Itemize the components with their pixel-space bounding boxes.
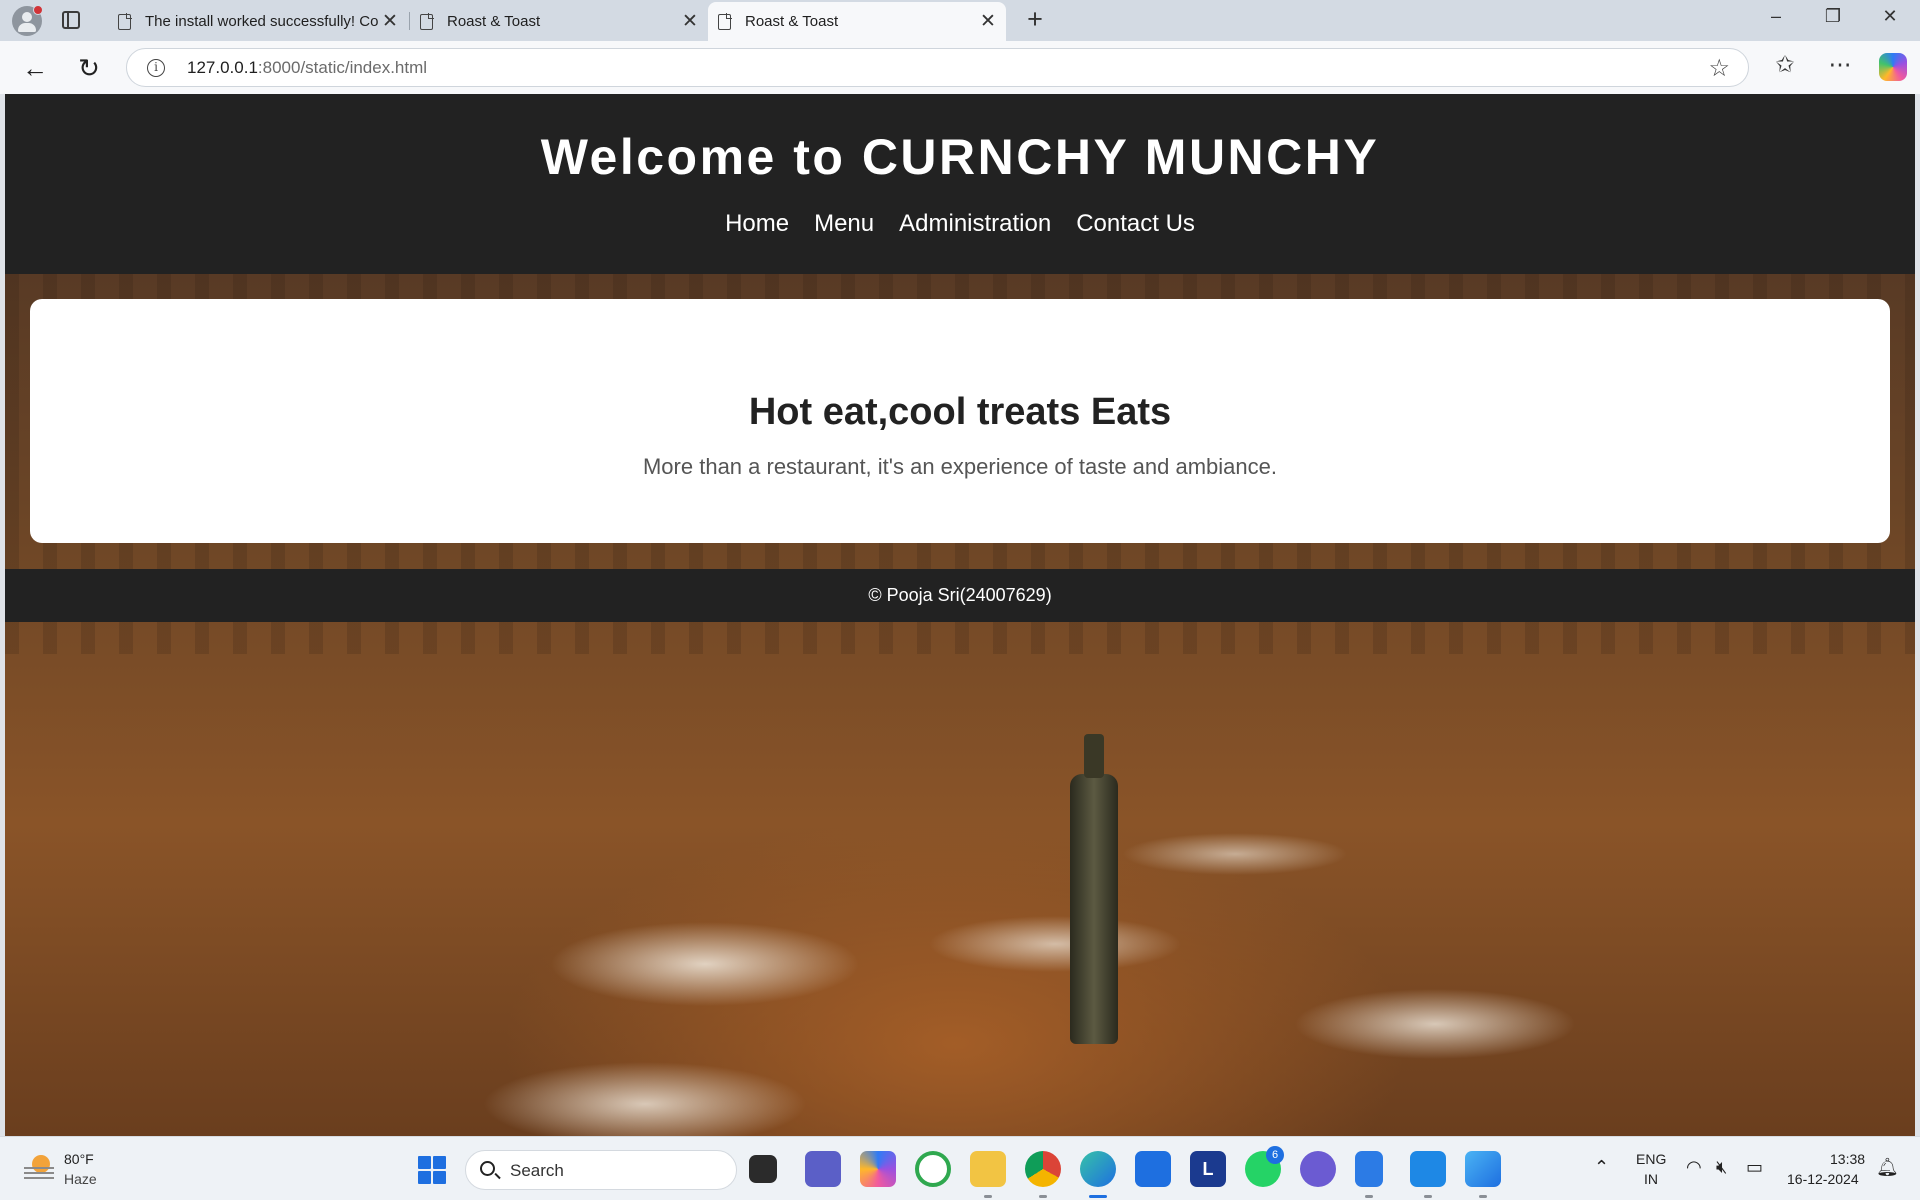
weather-temp[interactable]: 80°F [64, 1151, 94, 1167]
language-indicator[interactable]: ENG [1636, 1151, 1666, 1167]
close-tab-icon[interactable]: ✕ [682, 10, 698, 33]
page-viewport: Welcome to CURNCHY MUNCHY Home Menu Admi… [5, 94, 1915, 1136]
search-icon [480, 1161, 495, 1176]
language-region[interactable]: IN [1644, 1171, 1658, 1187]
hero-title: Hot eat,cool treats Eats [748, 391, 1172, 433]
hero-card: Hot eat,cool treats Eats More than a res… [30, 299, 1890, 543]
close-tab-icon[interactable]: ✕ [382, 10, 398, 33]
hero-text: More than a restaurant, it's an experien… [642, 454, 1277, 479]
task-view-icon[interactable] [749, 1155, 777, 1183]
notepad-icon[interactable] [1355, 1151, 1383, 1187]
photos-icon[interactable] [1465, 1151, 1501, 1187]
site-nav: Home Menu Administration Contact Us [5, 210, 1915, 238]
bell-icon[interactable]: 🔔︎ [1876, 1157, 1899, 1178]
background-image [1070, 734, 1118, 1044]
taskbar: 80°F Haze Search L 6 ⌃ ENG IN ◠ 🔇︎ ▭ 13:… [0, 1136, 1920, 1200]
address-bar[interactable]: i 127.0.0.1:8000/static/index.html ☆ [126, 48, 1749, 87]
copilot-icon[interactable] [860, 1151, 896, 1187]
site-footer: © Pooja Sri(24007629) [5, 569, 1915, 622]
wifi-icon[interactable]: ◠ [1686, 1157, 1702, 1178]
url-text[interactable]: 127.0.0.1:8000/static/index.html [187, 58, 427, 78]
nav-contact-us[interactable]: Contact Us [1076, 210, 1195, 238]
copilot-icon[interactable] [1879, 53, 1907, 81]
nav-menu[interactable]: Menu [814, 210, 874, 238]
star-icon[interactable]: ☆ [1708, 54, 1730, 83]
restore-button[interactable]: ❐ [1813, 6, 1853, 27]
chrome-icon[interactable] [1025, 1151, 1061, 1187]
clock-time[interactable]: 13:38 [1830, 1151, 1865, 1167]
sync-icon[interactable] [915, 1151, 951, 1187]
store-icon[interactable] [1135, 1151, 1171, 1187]
file-explorer-icon[interactable] [970, 1151, 1006, 1187]
close-window-button[interactable]: ✕ [1870, 6, 1910, 27]
info-icon[interactable]: i [147, 59, 165, 77]
edge-icon[interactable] [1080, 1151, 1116, 1187]
close-tab-icon[interactable]: ✕ [980, 10, 996, 33]
profile-avatar[interactable] [12, 5, 43, 36]
back-icon[interactable]: ← [18, 51, 52, 85]
taskbar-search[interactable]: Search [465, 1150, 737, 1190]
vscode-icon[interactable] [1410, 1151, 1446, 1187]
page-icon [420, 12, 434, 30]
tab-actions-icon[interactable] [62, 11, 80, 29]
site-title: Welcome to CURNCHY MUNCHY [540, 129, 1380, 185]
page-icon [118, 12, 132, 30]
page-icon [718, 12, 732, 30]
weather-desc[interactable]: Haze [64, 1171, 97, 1187]
mute-icon[interactable]: 🔇︎ [1716, 1157, 1727, 1178]
browser-toolbar: ← ↻ i 127.0.0.1:8000/static/index.html ☆… [0, 41, 1920, 94]
nav-administration[interactable]: Administration [899, 210, 1051, 238]
tab-roast-toast-1[interactable]: Roast & Toast ✕ [410, 2, 708, 41]
tab-strip: The install worked successfully! Co ✕ Ro… [0, 0, 1920, 41]
refresh-icon[interactable]: ↻ [72, 51, 106, 85]
tab-install-worked[interactable]: The install worked successfully! Co ✕ [108, 2, 408, 41]
search-label: Search [510, 1161, 564, 1180]
vpn-icon[interactable] [1300, 1151, 1336, 1187]
site-header: Welcome to CURNCHY MUNCHY Home Menu Admi… [5, 94, 1915, 274]
teams-icon[interactable] [805, 1151, 841, 1187]
start-icon[interactable] [418, 1156, 446, 1184]
battery-icon[interactable]: ▭ [1746, 1157, 1763, 1178]
weather-icon[interactable] [24, 1153, 54, 1183]
minimize-button[interactable]: – [1756, 6, 1796, 27]
more-icon[interactable]: ⋯ [1823, 51, 1857, 78]
whatsapp-badge: 6 [1266, 1146, 1284, 1164]
nav-home[interactable]: Home [725, 210, 789, 238]
clock-date[interactable]: 16-12-2024 [1787, 1171, 1859, 1187]
app-l-icon[interactable]: L [1190, 1151, 1226, 1187]
new-tab-button[interactable]: + [1020, 4, 1050, 35]
tab-roast-toast-active[interactable]: Roast & Toast ✕ [708, 2, 1006, 41]
favorites-icon[interactable]: ✩ [1768, 51, 1802, 78]
chevron-up-icon[interactable]: ⌃ [1594, 1157, 1609, 1178]
